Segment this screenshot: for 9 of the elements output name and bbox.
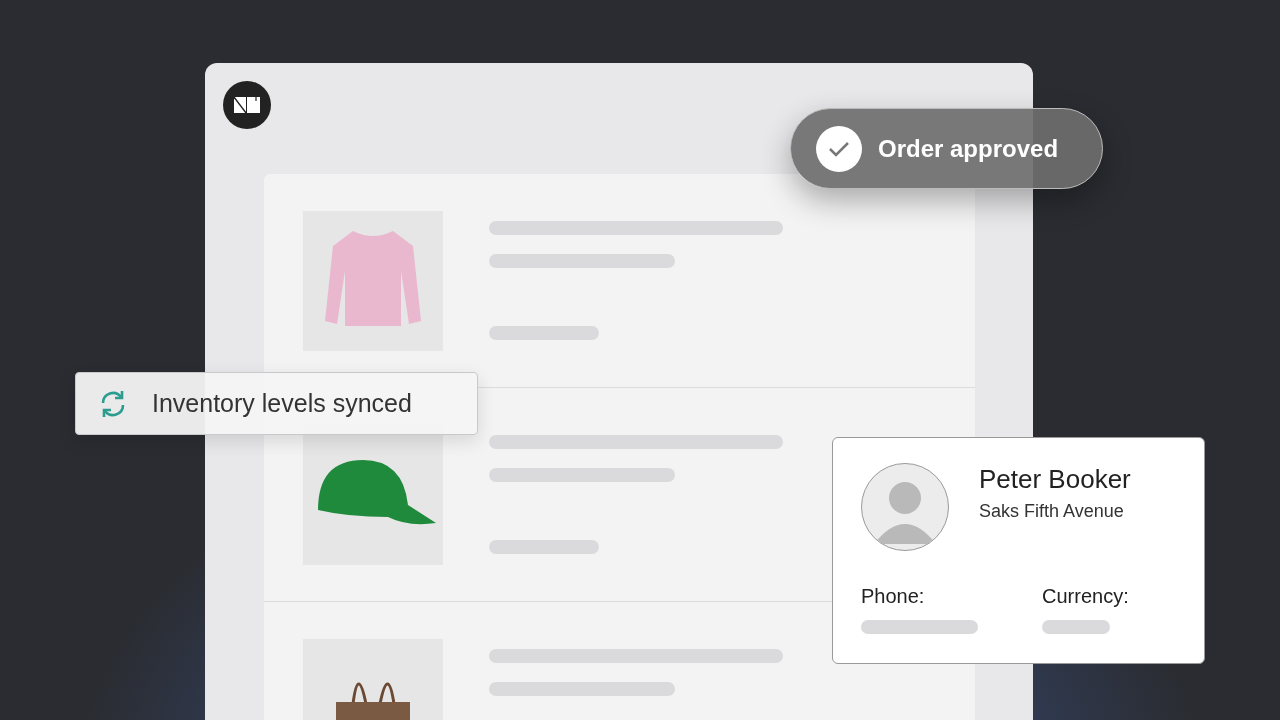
checkmark-icon: [816, 125, 862, 172]
field-label: Phone:: [861, 585, 926, 608]
logo-icon: [223, 81, 271, 129]
value-placeholder-bar: [1042, 620, 1110, 634]
sync-message: Inventory levels synced: [152, 389, 412, 418]
contact-company: Saks Fifth Avenue: [979, 501, 1125, 522]
toast-message: Order approved: [878, 134, 1059, 163]
contact-name: Peter Booker: [979, 464, 1131, 495]
field-label: Currency:: [1042, 585, 1130, 608]
